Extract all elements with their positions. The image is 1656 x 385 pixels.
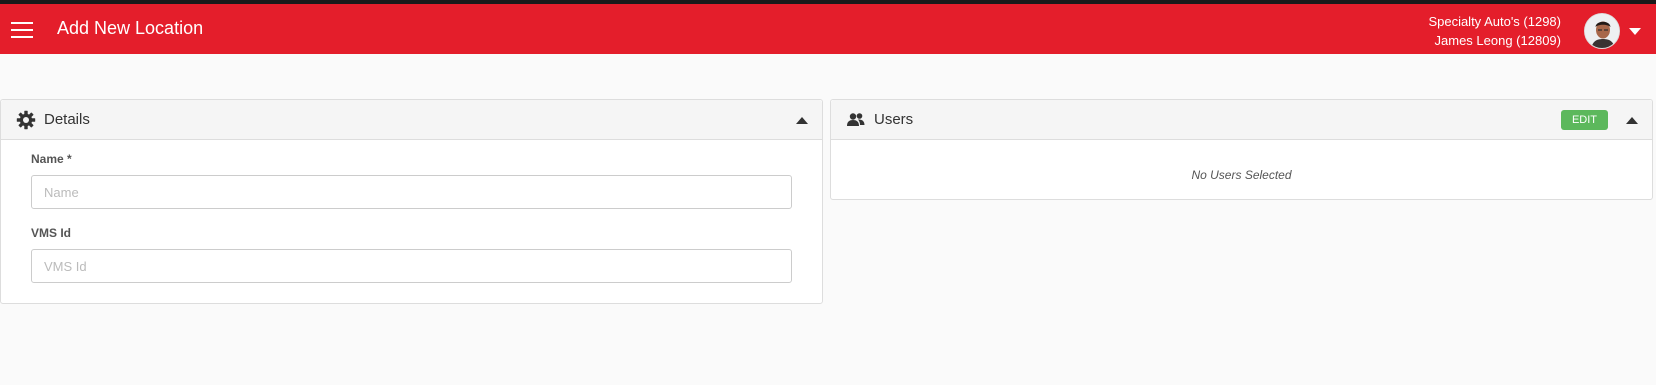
chevron-up-icon[interactable]	[796, 117, 808, 124]
details-title: Details	[44, 111, 90, 128]
app-header: Add New Location Specialty Auto's (1298)…	[0, 4, 1656, 54]
users-icon	[847, 113, 865, 126]
vms-id-input[interactable]	[31, 249, 792, 283]
dealer-name: Specialty Auto's (1298)	[1428, 14, 1561, 29]
details-panel-header[interactable]: Details	[1, 100, 822, 140]
users-panel-header[interactable]: Users EDIT	[831, 100, 1652, 140]
user-name: James Leong (12809)	[1434, 33, 1561, 48]
account-info: Specialty Auto's (1298) James Leong (128…	[1428, 12, 1561, 50]
users-panel: Users EDIT No Users Selected	[830, 99, 1653, 200]
menu-icon[interactable]	[11, 20, 33, 38]
chevron-up-icon[interactable]	[1626, 117, 1638, 124]
gear-icon	[16, 110, 36, 130]
name-input[interactable]	[31, 175, 792, 209]
edit-users-button[interactable]: EDIT	[1561, 110, 1608, 130]
users-title: Users	[874, 111, 914, 128]
vms-id-label: VMS Id	[31, 226, 72, 240]
account-dropdown-icon[interactable]	[1629, 28, 1641, 35]
details-panel: Details Name * VMS Id	[0, 99, 823, 304]
name-label: Name *	[31, 152, 72, 166]
avatar[interactable]	[1584, 13, 1620, 49]
empty-users-text: No Users Selected	[1191, 168, 1292, 182]
page-title: Add New Location	[57, 18, 204, 38]
